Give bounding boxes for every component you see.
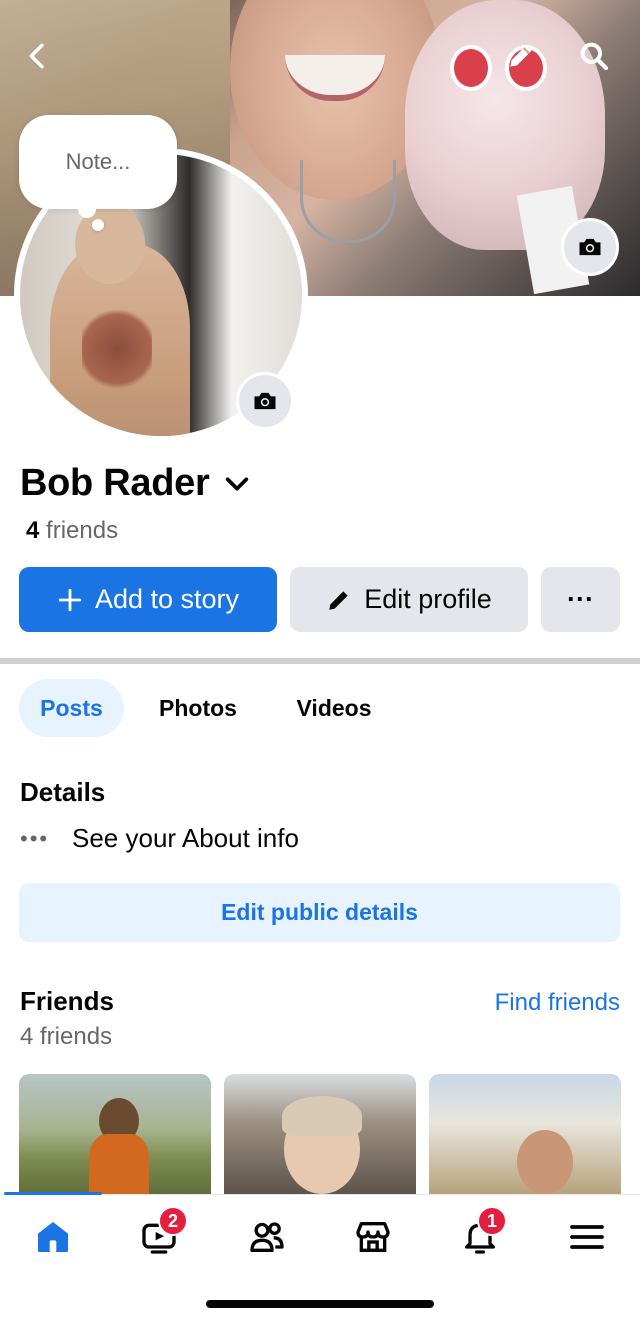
edit-profile-label: Edit profile	[364, 584, 492, 614]
more-dots-icon: ···	[567, 584, 594, 614]
find-friends-link[interactable]: Find friends	[495, 989, 620, 1017]
add-to-story-button[interactable]: Add to story	[19, 567, 277, 632]
friend-photo-body	[89, 1134, 149, 1196]
marketplace-icon	[356, 1222, 390, 1252]
section-divider	[0, 658, 640, 664]
camera-icon	[579, 238, 601, 256]
camera-icon	[254, 392, 276, 410]
chevron-down-icon[interactable]	[223, 470, 251, 498]
edit-public-details-label: Edit public details	[221, 899, 418, 925]
friend-card[interactable]	[224, 1074, 416, 1196]
friends-icon	[250, 1222, 284, 1252]
note-placeholder: Note...	[65, 149, 131, 174]
toy-eye	[450, 45, 492, 91]
note-bubble[interactable]: Note...	[19, 115, 177, 209]
details-title: Details	[20, 777, 106, 807]
edit-cover-button[interactable]	[495, 30, 547, 82]
tab-label: Posts	[40, 694, 103, 721]
plus-icon	[58, 588, 82, 611]
edit-public-details-button[interactable]: Edit public details	[19, 883, 620, 942]
note-bubble-tail	[78, 200, 96, 218]
back-button[interactable]	[12, 30, 64, 82]
friend-card[interactable]	[19, 1074, 211, 1196]
note-bubble-tail-dot	[92, 219, 104, 231]
home-indicator	[206, 1300, 434, 1308]
friends-count-line[interactable]: 4 friends	[26, 517, 118, 545]
edit-profile-button[interactable]: Edit profile	[290, 567, 528, 632]
friends-count-label: friends	[46, 517, 119, 544]
friends-count-number: 4	[26, 517, 40, 544]
nav-friends[interactable]	[240, 1212, 294, 1262]
about-info-row[interactable]: ••• See your About info	[20, 823, 299, 854]
friend-photo-head	[517, 1130, 573, 1194]
friend-photo-hair	[282, 1096, 362, 1136]
home-icon	[38, 1222, 68, 1252]
search-icon	[580, 42, 609, 71]
active-tab-indicator	[4, 1192, 102, 1195]
cover-camera-button[interactable]	[561, 218, 619, 276]
avatar-shirt-print	[82, 304, 152, 394]
friend-card[interactable]	[429, 1074, 621, 1196]
notifications-badge: 1	[477, 1206, 507, 1236]
profile-name: Bob Rader	[20, 462, 210, 504]
menu-icon	[570, 1225, 604, 1249]
chevron-left-icon	[29, 43, 44, 69]
nav-marketplace[interactable]	[346, 1212, 400, 1262]
add-to-story-label: Add to story	[94, 584, 240, 614]
pencil-icon	[329, 590, 348, 610]
tab-photos[interactable]: Photos	[142, 679, 254, 737]
profile-camera-button[interactable]	[236, 372, 294, 430]
about-info-text: See your About info	[72, 823, 299, 853]
nav-home[interactable]	[26, 1212, 80, 1262]
tab-videos[interactable]: Videos	[276, 679, 392, 737]
video-badge: 2	[158, 1206, 188, 1236]
friends-title: Friends	[20, 986, 114, 1016]
search-button[interactable]	[568, 30, 620, 82]
tab-label: Photos	[159, 694, 237, 721]
more-dots-icon: •••	[20, 825, 50, 851]
tab-posts[interactable]: Posts	[19, 679, 124, 737]
more-options-button[interactable]: ···	[541, 567, 620, 632]
pencil-icon	[510, 45, 532, 67]
bottom-nav	[0, 1194, 640, 1281]
nav-menu[interactable]	[560, 1212, 614, 1262]
tab-label: Videos	[296, 694, 372, 721]
cover-necklace	[300, 160, 396, 243]
profile-name-row[interactable]: Bob Rader	[20, 462, 251, 505]
friends-count-text: 4 friends	[20, 1023, 113, 1050]
